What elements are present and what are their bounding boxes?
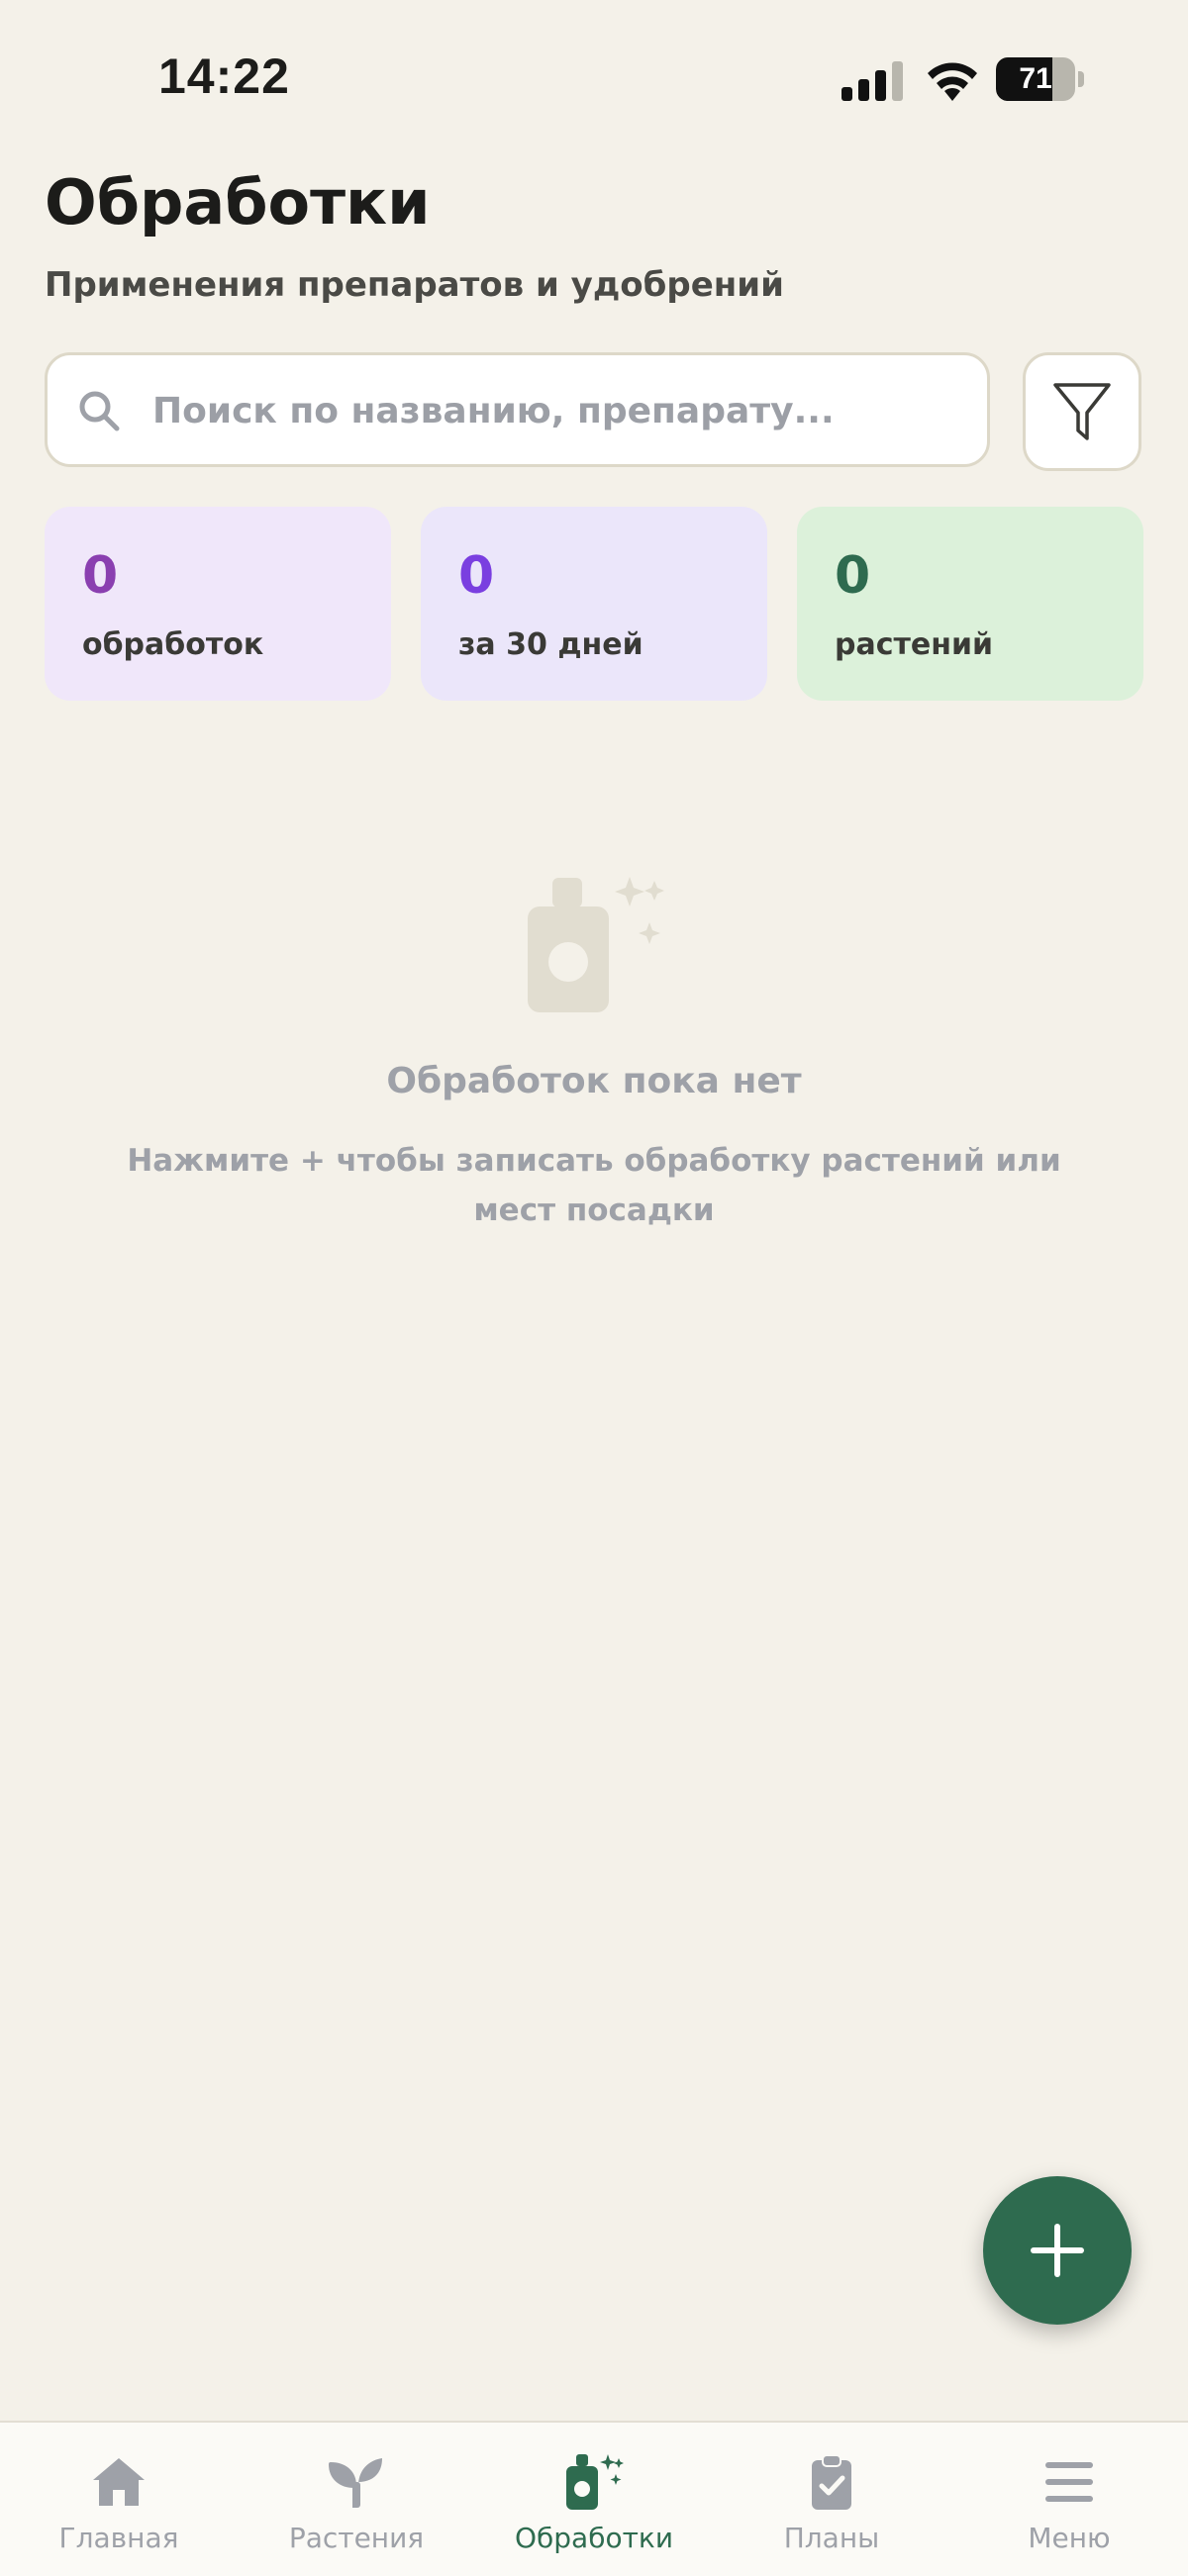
wifi-icon [928,62,977,101]
clipboard-check-icon [812,2454,851,2510]
stat-label: за 30 дней [458,627,644,662]
stat-label: обработок [82,627,264,662]
tab-bar: Главная Растения Обработки Планы Меню [0,2421,1188,2576]
filter-button[interactable] [1023,352,1141,471]
tab-plants[interactable]: Растения [238,2423,475,2576]
tab-label: Планы [783,2522,880,2554]
empty-state-title: Обработок пока нет [386,1061,802,1101]
tab-plans[interactable]: Планы [713,2423,950,2576]
battery-percent: 71 [1019,62,1052,95]
stat-value: 0 [82,546,119,606]
search-box[interactable] [45,352,990,467]
battery-icon: 71 [996,57,1085,103]
tab-label: Главная [58,2522,179,2554]
tab-label: Обработки [514,2522,674,2554]
search-input[interactable] [150,355,966,466]
stat-value: 0 [458,546,495,606]
stat-card-plants: 0 растений [797,507,1143,701]
page-title: Обработки [45,166,431,239]
tab-label: Меню [1028,2522,1111,2554]
stat-card-last-30-days: 0 за 30 дней [421,507,767,701]
cellular-signal-icon [842,61,903,101]
status-bar: 14:22 71 [0,0,1188,158]
stat-card-treatments: 0 обработок [45,507,391,701]
tab-home[interactable]: Главная [0,2423,238,2576]
home-icon [93,2458,145,2506]
add-treatment-button[interactable] [983,2176,1132,2325]
filter-icon [1053,383,1111,440]
tab-treatments[interactable]: Обработки [475,2423,713,2576]
spray-bottle-sparkles-icon [528,877,664,1012]
tab-menu[interactable]: Меню [950,2423,1188,2576]
search-icon [79,391,120,431]
stat-label: растений [835,627,994,662]
status-time: 14:22 [158,48,290,104]
tab-label: Растения [288,2522,425,2554]
stat-value: 0 [835,546,871,606]
page-subtitle: Применения препаратов и удобрений [45,265,784,305]
menu-icon [1045,2462,1093,2502]
spray-bottle-icon [566,2454,624,2510]
sprout-icon [329,2458,382,2508]
plus-icon [1031,2224,1084,2277]
empty-state-description: Нажмите + чтобы записать обработку расте… [127,1143,1061,1228]
